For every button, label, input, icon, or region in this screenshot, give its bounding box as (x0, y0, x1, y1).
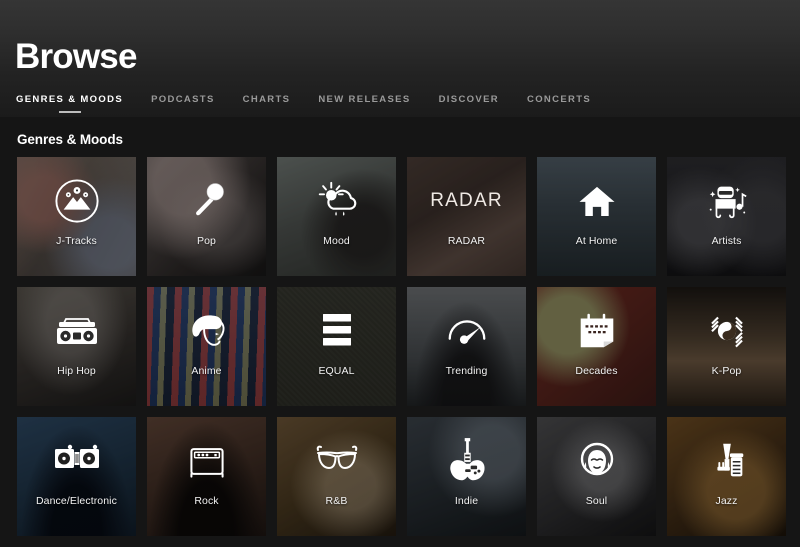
browse-content: Genres & Moods J-Tracks Pop Mood RADAR RAD (0, 117, 800, 547)
tile-scrim (277, 417, 396, 536)
radar-wordmark: RADAR (430, 190, 503, 211)
tile-scrim (17, 157, 136, 276)
primary-nav: GENRES & MOODS PODCASTS CHARTS NEW RELEASES… (16, 94, 591, 114)
genre-tile-artists[interactable]: Artists (667, 157, 786, 276)
genre-tile-trending[interactable]: Trending (407, 287, 526, 406)
tile-scrim (277, 157, 396, 276)
section-title: Genres & Moods (17, 132, 123, 147)
genre-tile-equal[interactable]: EQUAL (277, 287, 396, 406)
tile-scrim (407, 157, 526, 276)
genre-tile-r-b[interactable]: R&B (277, 417, 396, 536)
tile-scrim (17, 287, 136, 406)
genre-tile-dance-electronic[interactable]: Dance/Electronic (17, 417, 136, 536)
tile-scrim (17, 417, 136, 536)
browse-page: Browse GENRES & MOODS PODCASTS CHARTS NEW R… (0, 0, 800, 547)
genre-tile-anime[interactable]: Anime (147, 287, 266, 406)
tile-scrim (147, 287, 266, 406)
genre-tile-indie[interactable]: Indie (407, 417, 526, 536)
nav-item-podcasts[interactable]: PODCASTS (151, 94, 215, 114)
tile-scrim (407, 417, 526, 536)
genre-tile-radar[interactable]: RADAR RADAR (407, 157, 526, 276)
tile-scrim (537, 417, 656, 536)
tile-scrim (667, 417, 786, 536)
genre-tile-hip-hop[interactable]: Hip Hop (17, 287, 136, 406)
nav-item-discover[interactable]: DISCOVER (439, 94, 499, 114)
tile-scrim (147, 417, 266, 536)
genre-tile-k-pop[interactable]: K-Pop (667, 287, 786, 406)
genre-tile-jazz[interactable]: Jazz (667, 417, 786, 536)
genre-tile-grid: J-Tracks Pop Mood RADAR RADAR At Home Ar… (17, 157, 786, 536)
tile-scrim (537, 287, 656, 406)
genre-tile-j-tracks[interactable]: J-Tracks (17, 157, 136, 276)
nav-item-genres-moods[interactable]: GENRES & MOODS (16, 94, 123, 114)
tile-scrim (407, 287, 526, 406)
tile-scrim (277, 287, 396, 406)
genre-tile-at-home[interactable]: At Home (537, 157, 656, 276)
page-title: Browse (15, 37, 137, 76)
tile-scrim (537, 157, 656, 276)
genre-tile-rock[interactable]: Rock (147, 417, 266, 536)
tile-scrim (667, 157, 786, 276)
tile-scrim (667, 287, 786, 406)
nav-item-charts[interactable]: CHARTS (243, 94, 291, 114)
nav-item-concerts[interactable]: CONCERTS (527, 94, 591, 114)
genre-tile-soul[interactable]: Soul (537, 417, 656, 536)
genre-tile-mood[interactable]: Mood (277, 157, 396, 276)
page-header: Browse GENRES & MOODS PODCASTS CHARTS NEW R… (0, 0, 800, 117)
nav-item-new-releases[interactable]: NEW RELEASES (318, 94, 410, 114)
genre-tile-pop[interactable]: Pop (147, 157, 266, 276)
genre-tile-decades[interactable]: Decades (537, 287, 656, 406)
tile-scrim (147, 157, 266, 276)
